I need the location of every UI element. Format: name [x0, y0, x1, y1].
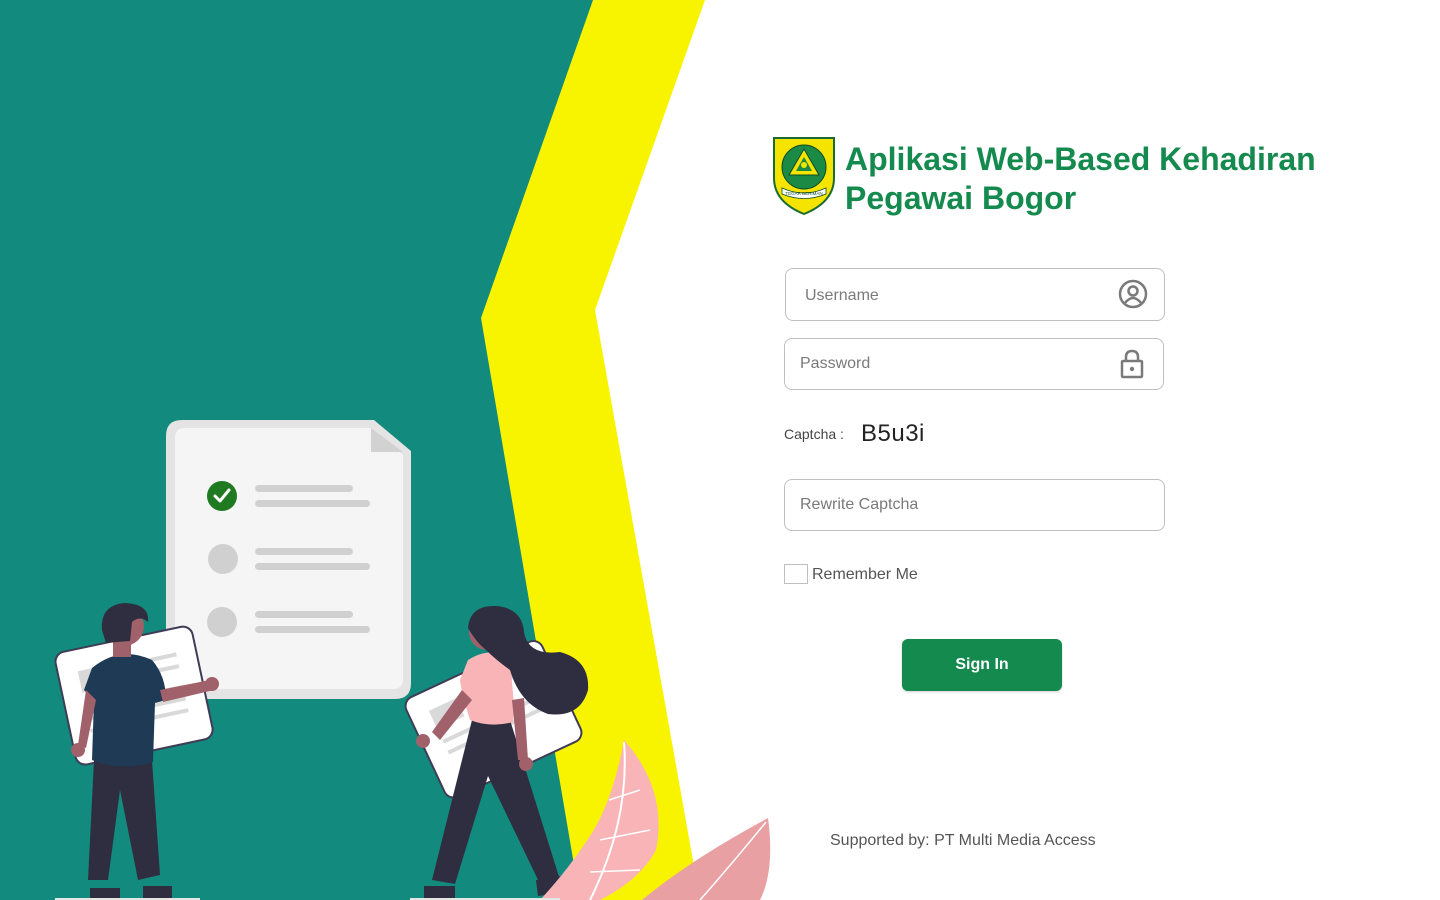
user-circle-icon [1118, 279, 1148, 309]
password-field-container [784, 338, 1164, 390]
app-title: Aplikasi Web-Based Kehadiran Pegawai Bog… [845, 140, 1385, 218]
check-circle-icon [207, 481, 237, 511]
app-title-line-2: Pegawai Bogor [845, 180, 1077, 216]
checklist-document [166, 420, 411, 699]
captcha-label: Captcha : [784, 426, 844, 442]
username-input[interactable] [803, 271, 1104, 321]
app-title-line-1: Aplikasi Web-Based Kehadiran [845, 141, 1316, 177]
password-input[interactable] [798, 339, 1103, 389]
captcha-field-container [784, 479, 1165, 531]
username-field-container [785, 268, 1165, 321]
empty-circle-icon [208, 544, 238, 574]
sign-in-button[interactable]: Sign In [902, 639, 1062, 691]
bogor-emblem-logo: TEGAR BERIMAN [773, 137, 835, 216]
svg-text:TEGAR BERIMAN: TEGAR BERIMAN [785, 191, 822, 196]
remember-me-label[interactable]: Remember Me [812, 566, 918, 584]
supported-by-text: Supported by: PT Multi Media Access [830, 832, 1096, 849]
captcha-code: B5u3i [861, 420, 925, 447]
lock-icon [1120, 349, 1144, 379]
rewrite-captcha-input[interactable] [798, 480, 1150, 530]
remember-me-checkbox[interactable] [784, 564, 808, 584]
empty-circle-icon [207, 607, 237, 637]
hero-illustration [0, 0, 771, 900]
